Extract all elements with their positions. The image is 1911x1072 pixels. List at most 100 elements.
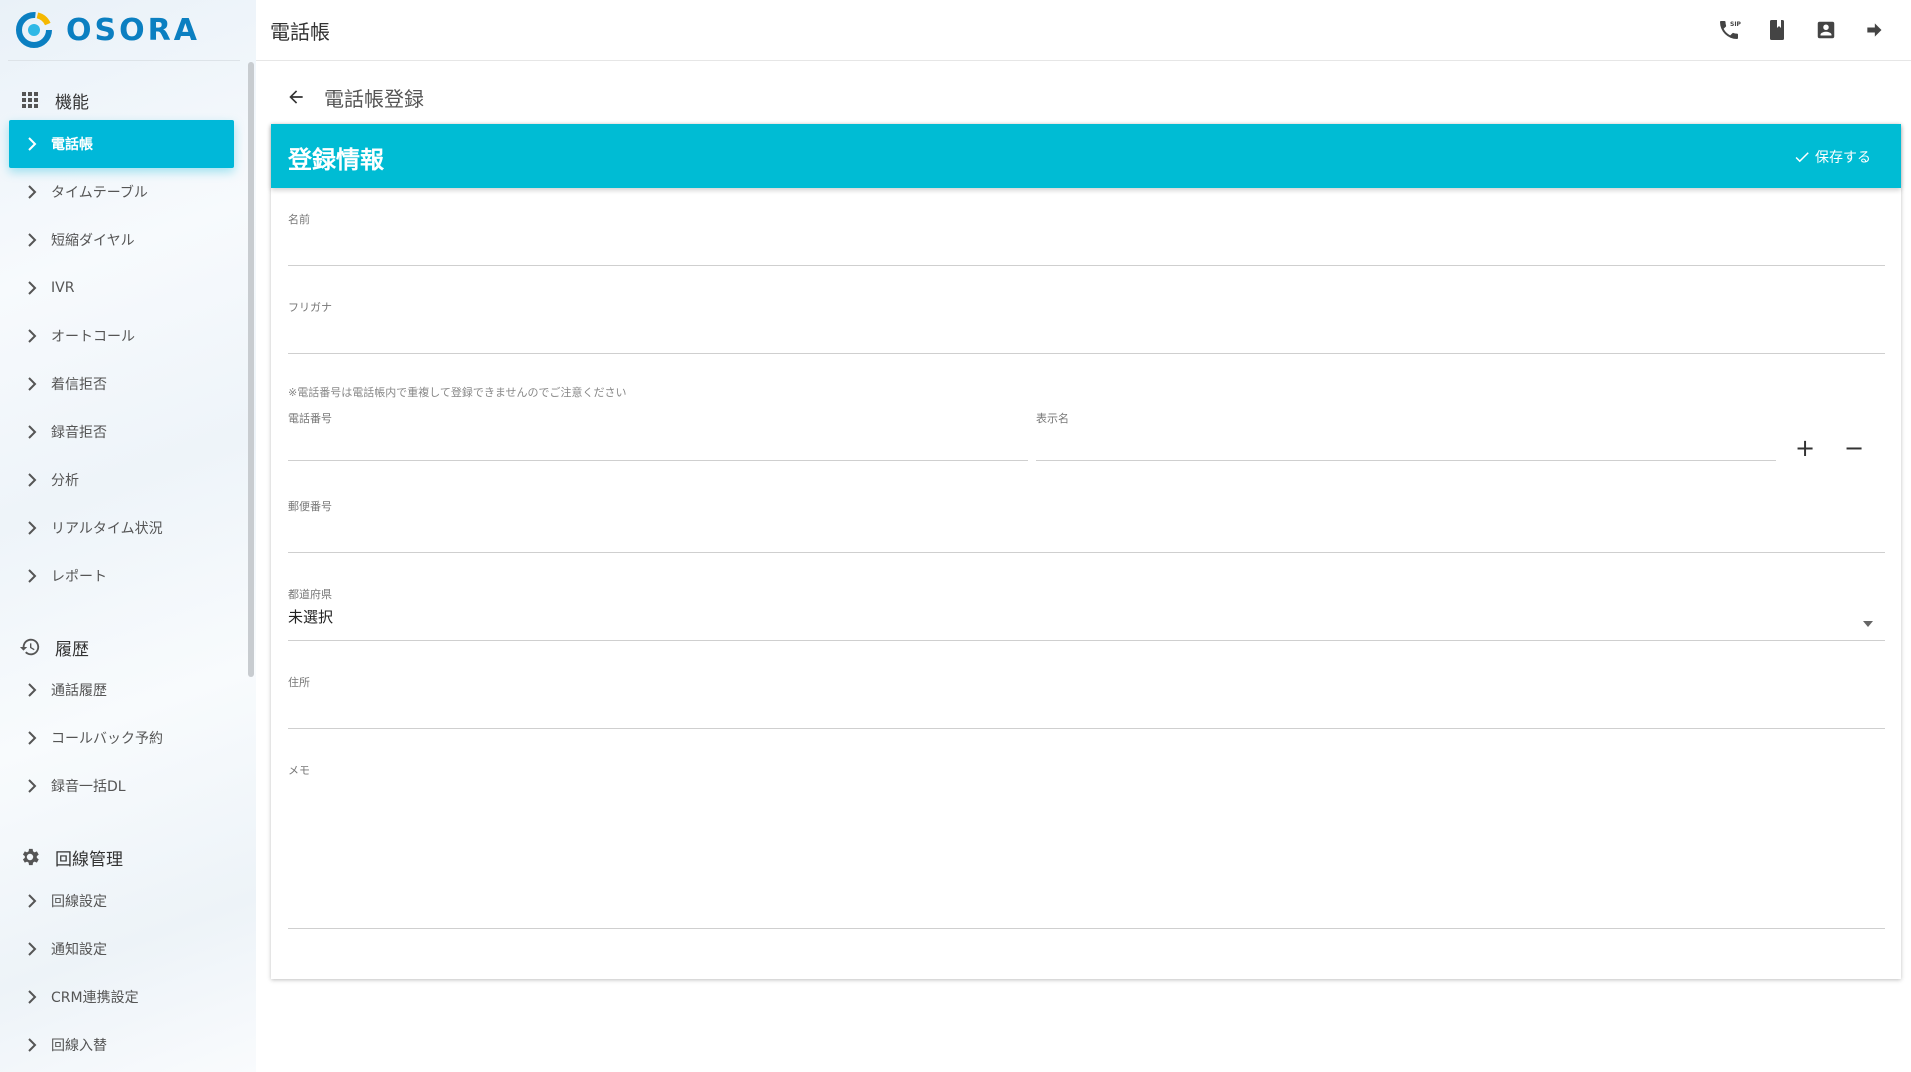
chevron-right-icon [21,137,43,151]
topbar: 電話帳 SIP [256,0,1911,61]
sidebar-item-label: 回線入替 [51,1038,107,1054]
prefecture-underline [288,640,1885,641]
address-underline [288,728,1885,729]
section-title: 回線管理 [55,849,123,870]
sidebar-item-line-swap[interactable]: 回線入替 [9,1021,234,1069]
logo[interactable]: OSORA [14,10,200,50]
sidebar-item-realtime[interactable]: リアルタイム状況 [9,504,234,552]
registration-card: 登録情報 保存する 名前 フリガナ ※電話番号は電話帳内で重複して登録できません… [271,124,1901,979]
gear-icon [18,845,42,869]
section-title: 履歴 [55,639,89,660]
phone-number-label: 電話番号 [288,412,332,425]
phone-number-underline [288,460,1028,461]
minus-icon: − [1843,434,1865,462]
sidebar-item-label: 録音拒否 [51,425,107,441]
account-box-icon[interactable] [1811,15,1841,45]
chevron-right-icon [21,281,43,295]
kana-underline [288,353,1885,354]
sidebar-item-label: 録音一括DL [51,779,126,795]
sidebar-item-label: 通話履歴 [51,683,107,699]
chevron-right-icon [21,990,43,1004]
display-name-field[interactable]: 表示名 [1036,410,1776,462]
sidebar-item-label: CRM連携設定 [51,990,139,1006]
sidebar-item-analysis[interactable]: 分析 [9,456,234,504]
sip-phone-icon[interactable]: SIP [1714,15,1744,45]
prefecture-select[interactable]: 都道府県 未選択 [288,586,1885,642]
sidebar-item-timetable[interactable]: タイムテーブル [9,168,234,216]
section-line-management: 回線管理 [18,842,123,872]
card-title: 登録情報 [288,146,384,174]
sidebar-item-callback[interactable]: コールバック予約 [9,714,234,762]
sidebar-item-crm-settings[interactable]: CRM連携設定 [9,973,234,1021]
logo-mark-icon [16,12,52,48]
name-label: 名前 [288,213,310,226]
section-title: 機能 [55,92,89,113]
sidebar-item-label: オートコール [51,329,135,345]
page-header: 電話帳登録 [284,82,424,112]
chevron-right-icon [21,779,43,793]
postal-code-label: 郵便番号 [288,500,332,513]
sidebar-item-phonebook[interactable]: 電話帳 [9,120,234,168]
page-title: 電話帳登録 [324,86,424,111]
sidebar-item-line-settings[interactable]: 回線設定 [9,877,234,925]
memo-textarea[interactable]: メモ [288,762,1885,930]
sidebar-scrollbar[interactable] [248,62,254,677]
card-header: 登録情報 保存する [271,124,1901,188]
topbar-title: 電話帳 [270,20,330,44]
remove-phone-button[interactable]: − [1838,432,1870,464]
phone-duplicate-note: ※電話番号は電話帳内で重複して登録できませんのでご注意ください [288,386,627,399]
sidebar-item-label: 通知設定 [51,942,107,958]
back-arrow-icon[interactable] [284,85,308,109]
sidebar-item-label: 分析 [51,473,79,489]
sidebar-item-notification-settings[interactable]: 通知設定 [9,925,234,973]
prefecture-value: 未選択 [288,608,334,626]
sidebar-item-label: 回線設定 [51,894,107,910]
sidebar-item-call-block[interactable]: 着信拒否 [9,360,234,408]
logo-text: OSORA [66,12,200,48]
plus-icon: + [1794,434,1816,462]
sidebar-item-label: 着信拒否 [51,377,107,393]
phone-number-field[interactable]: 電話番号 [288,410,1028,462]
dropdown-arrow-icon [1863,612,1873,631]
sidebar-item-label: タイムテーブル [51,185,148,201]
chevron-right-icon [21,425,43,439]
logout-icon[interactable] [1859,15,1889,45]
kana-field[interactable]: フリガナ [288,299,1885,355]
book-icon[interactable] [1762,15,1792,45]
add-phone-button[interactable]: + [1789,432,1821,464]
postal-code-field[interactable]: 郵便番号 [288,498,1885,554]
section-history: 履歴 [18,632,89,662]
svg-text:SIP: SIP [1730,21,1741,28]
check-icon [1793,148,1811,166]
address-field[interactable]: 住所 [288,674,1885,730]
sidebar-item-autocall[interactable]: オートコール [9,312,234,360]
chevron-right-icon [21,894,43,908]
chevron-right-icon [21,942,43,956]
sidebar-item-recording-download[interactable]: 録音一括DL [9,762,234,810]
kana-label: フリガナ [288,301,332,314]
sidebar-item-speed-dial[interactable]: 短縮ダイヤル [9,216,234,264]
save-button[interactable]: 保存する [1793,144,1871,170]
chevron-right-icon [21,1038,43,1052]
chevron-right-icon [21,569,43,583]
sidebar-item-label: レポート [51,569,107,585]
chevron-right-icon [21,521,43,535]
sidebar-item-record-block[interactable]: 録音拒否 [9,408,234,456]
sidebar-item-label: リアルタイム状況 [51,521,163,537]
address-label: 住所 [288,676,310,689]
chevron-right-icon [21,683,43,697]
memo-underline [288,928,1885,929]
chevron-right-icon [21,377,43,391]
name-field[interactable]: 名前 [288,211,1885,267]
chevron-right-icon [21,329,43,343]
postal-code-underline [288,552,1885,553]
sidebar-item-report[interactable]: レポート [9,552,234,600]
prefecture-label: 都道府県 [288,588,332,601]
sidebar-item-label: 短縮ダイヤル [51,233,135,249]
chevron-right-icon [21,185,43,199]
sidebar-item-ivr[interactable]: IVR [9,264,234,312]
sidebar-item-call-history[interactable]: 通話履歴 [9,666,234,714]
sidebar-divider [8,60,240,61]
sidebar-item-label: コールバック予約 [51,731,163,747]
display-name-label: 表示名 [1036,412,1069,425]
